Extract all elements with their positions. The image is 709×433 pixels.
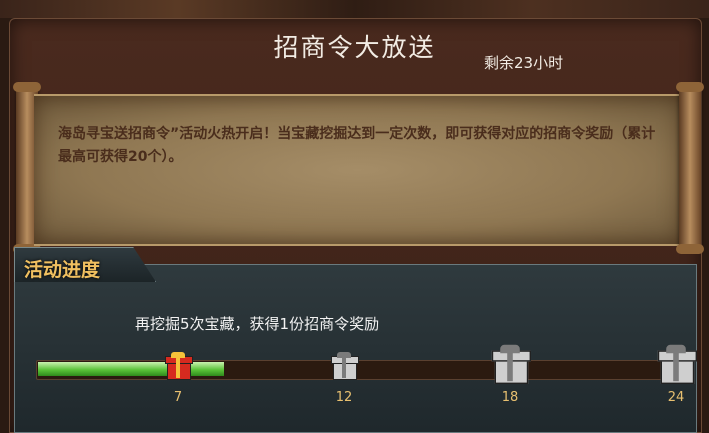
scroll-roll-right [676, 82, 704, 254]
gift-box-red-icon[interactable] [165, 352, 193, 380]
section-title: 活动进度 [24, 259, 101, 281]
milestone-label: 24 [667, 390, 685, 405]
progress-panel [14, 264, 697, 433]
gift-box-silver-icon[interactable] [331, 352, 359, 380]
milestone-label: 18 [501, 390, 519, 405]
event-description: 海岛寻宝送招商令”活动火热开启！当宝藏挖掘达到一定次数，即可获得对应的招商令奖励… [58, 126, 656, 165]
gift-box-silver-icon[interactable] [657, 344, 697, 384]
gift-box-silver-icon[interactable] [491, 344, 531, 384]
time-remaining: 剩余23小时 [484, 54, 564, 72]
parchment-scroll [34, 94, 682, 246]
progress-message: 再挖掘5次宝藏，获得1份招商令奖励 [135, 315, 380, 333]
event-title: 招商令大放送 [273, 33, 436, 62]
milestone-label: 7 [173, 390, 183, 405]
top-decor-strip [0, 0, 709, 18]
progress-fill [38, 362, 224, 376]
milestone-label: 12 [335, 390, 353, 405]
